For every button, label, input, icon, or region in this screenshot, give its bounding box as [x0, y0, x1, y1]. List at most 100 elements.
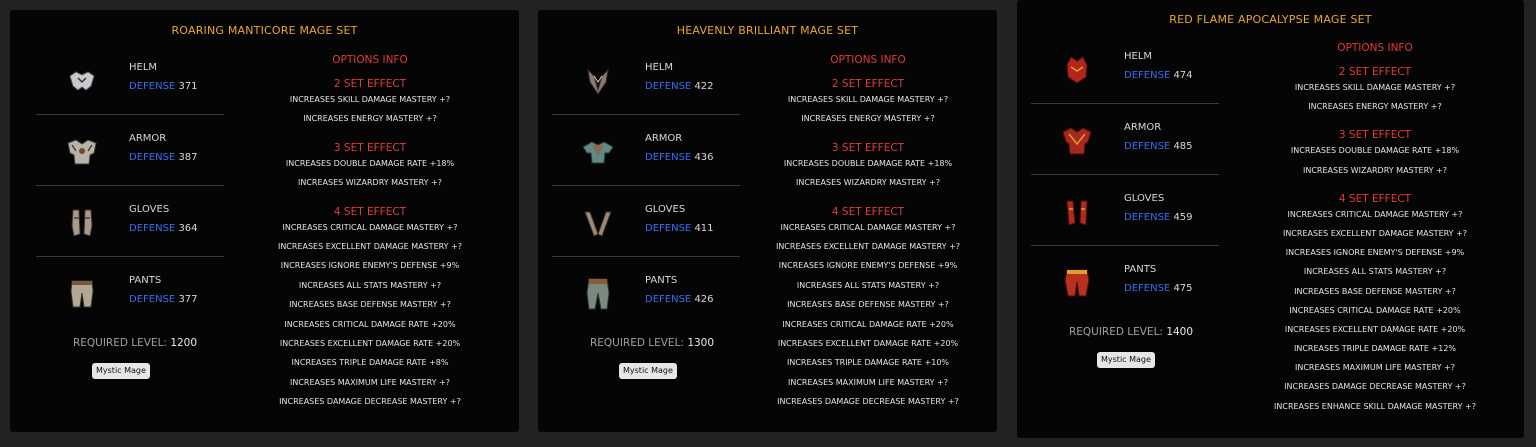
effect-line: INCREASES CRITICAL DAMAGE RATE +20% [782, 319, 954, 329]
effect-line: INCREASES BASE DEFENSE MASTERY +? [787, 300, 949, 310]
required-level: REQUIRED LEVEL: 1200 [35, 337, 235, 349]
set3-title: 3 SET EFFECT [333, 141, 407, 154]
helm-icon [1066, 56, 1088, 84]
item-name: PANTS [1124, 264, 1157, 275]
defense-label: DEFENSE [129, 223, 176, 234]
effect-line: INCREASES ALL STATS MASTERY +? [796, 280, 940, 290]
effect-line: INCREASES ALL STATS MASTERY +? [298, 280, 442, 290]
class-tag[interactable]: Mystic Mage [619, 363, 677, 379]
class-tag[interactable]: Mystic Mage [92, 363, 150, 379]
pants-icon [70, 280, 94, 308]
item-defense: DEFENSE 474 [1124, 70, 1193, 81]
required-level-value: 1300 [687, 337, 715, 349]
item-armor[interactable]: ARMOR DEFENSE 436 [552, 115, 740, 186]
set4-title: 4 SET EFFECT [831, 205, 905, 218]
defense-value: 364 [178, 223, 198, 234]
set-card-red-flame-apocalypse: RED FLAME APOCALYPSE MAGE SET HELM DEFEN… [1017, 0, 1524, 438]
item-pants[interactable]: PANTS DEFENSE 475 [1031, 246, 1219, 317]
defense-label: DEFENSE [645, 152, 692, 163]
defense-value: 371 [178, 81, 198, 92]
item-defense: DEFENSE 377 [129, 294, 198, 305]
effect-line: INCREASES DOUBLE DAMAGE RATE +18% [783, 158, 953, 168]
item-defense: DEFENSE 485 [1124, 141, 1193, 152]
effect-line: INCREASES EXCELLENT DAMAGE RATE +20% [777, 338, 959, 348]
item-helm[interactable]: HELM DEFENSE 474 [1031, 33, 1219, 104]
item-name: GLOVES [645, 204, 686, 215]
item-helm[interactable]: HELM DEFENSE 422 [552, 44, 740, 115]
effect-line: INCREASES IGNORE ENEMY'S DEFENSE +9% [778, 261, 958, 271]
effect-line: INCREASES EXCELLENT DAMAGE MASTERY +? [1282, 228, 1468, 238]
item-defense: DEFENSE 475 [1124, 283, 1193, 294]
defense-value: 459 [1173, 212, 1193, 223]
item-helm[interactable]: HELM DEFENSE 371 [36, 44, 224, 115]
required-level-label: REQUIRED LEVEL: [589, 337, 684, 349]
item-gloves[interactable]: GLOVES DEFENSE 364 [36, 186, 224, 257]
item-name: HELM [129, 62, 158, 73]
item-gloves[interactable]: GLOVES DEFENSE 411 [552, 186, 740, 257]
item-defense: DEFENSE 411 [645, 223, 714, 234]
defense-label: DEFENSE [129, 81, 176, 92]
item-defense: DEFENSE 422 [645, 81, 714, 92]
required-level-label: REQUIRED LEVEL: [1068, 326, 1163, 338]
item-name: HELM [645, 62, 674, 73]
helm-icon [587, 68, 609, 95]
defense-value: 422 [694, 81, 714, 92]
effect-line: INCREASES EXCELLENT DAMAGE RATE +20% [1284, 324, 1466, 334]
effect-line: INCREASES ALL STATS MASTERY +? [1303, 267, 1447, 277]
set3-title: 3 SET EFFECT [831, 141, 905, 154]
item-defense: DEFENSE 371 [129, 81, 198, 92]
item-defense: DEFENSE 364 [129, 223, 198, 234]
effect-line: INCREASES ENERGY MASTERY +? [303, 114, 437, 124]
defense-value: 475 [1173, 283, 1193, 294]
effect-line: INCREASES DOUBLE DAMAGE RATE +18% [285, 158, 455, 168]
defense-label: DEFENSE [1124, 70, 1171, 81]
effect-line: INCREASES DAMAGE DECREASE MASTERY +? [777, 397, 959, 407]
options-info: OPTIONS INFO 2 SET EFFECT INCREASES SKIL… [250, 53, 490, 415]
gloves-icon [584, 211, 612, 237]
item-name: GLOVES [129, 204, 170, 215]
item-armor[interactable]: ARMOR DEFENSE 387 [36, 115, 224, 186]
effect-line: INCREASES MAXIMUM LIFE MASTERY +? [787, 377, 949, 387]
effect-line: INCREASES ENERGY MASTERY +? [1308, 102, 1442, 112]
effect-line: INCREASES WIZARDRY MASTERY +? [795, 178, 940, 188]
options-info: OPTIONS INFO 2 SET EFFECT INCREASES SKIL… [748, 53, 988, 415]
item-pants[interactable]: PANTS DEFENSE 426 [552, 257, 740, 328]
defense-value: 474 [1173, 70, 1193, 81]
effect-line: INCREASES ENHANCE SKILL DAMAGE MASTERY +… [1274, 401, 1476, 411]
defense-label: DEFENSE [129, 294, 176, 305]
effect-line: INCREASES WIZARDRY MASTERY +? [297, 178, 442, 188]
item-name: ARMOR [129, 133, 167, 144]
effect-line: INCREASES BASE DEFENSE MASTERY +? [289, 300, 451, 310]
effect-line: INCREASES TRIPLE DAMAGE RATE +12% [1293, 344, 1457, 354]
defense-value: 411 [694, 223, 714, 234]
effect-line: INCREASES SKILL DAMAGE MASTERY +? [787, 95, 949, 104]
effect-line: INCREASES DAMAGE DECREASE MASTERY +? [1284, 382, 1466, 392]
effect-line: INCREASES BASE DEFENSE MASTERY +? [1294, 286, 1456, 296]
set-card-heavenly-brilliant: HEAVENLY BRILLIANT MAGE SET HELM DEFENSE… [538, 10, 997, 432]
effect-line: INCREASES ENERGY MASTERY +? [801, 114, 935, 124]
defense-value: 377 [178, 294, 198, 305]
effect-line: INCREASES TRIPLE DAMAGE RATE +8% [291, 358, 449, 368]
defense-label: DEFENSE [645, 223, 692, 234]
item-gloves[interactable]: GLOVES DEFENSE 459 [1031, 175, 1219, 246]
effect-line: INCREASES CRITICAL DAMAGE RATE +20% [1289, 305, 1461, 315]
effect-line: INCREASES CRITICAL DAMAGE MASTERY +? [780, 222, 956, 232]
defense-label: DEFENSE [1124, 283, 1171, 294]
set-title: RED FLAME APOCALYPSE MAGE SET [1169, 13, 1372, 26]
defense-label: DEFENSE [1124, 141, 1171, 152]
set2-title: 2 SET EFFECT [831, 78, 905, 90]
effect-line: INCREASES MAXIMUM LIFE MASTERY +? [1294, 363, 1456, 373]
item-pants[interactable]: PANTS DEFENSE 377 [36, 257, 224, 328]
set-title: HEAVENLY BRILLIANT MAGE SET [676, 24, 859, 37]
effect-line: INCREASES TRIPLE DAMAGE RATE +10% [786, 358, 950, 368]
class-tag[interactable]: Mystic Mage [1097, 352, 1155, 368]
defense-label: DEFENSE [1124, 212, 1171, 223]
effect-line: INCREASES WIZARDRY MASTERY +? [1302, 165, 1447, 175]
set4-title: 4 SET EFFECT [333, 205, 407, 218]
item-armor[interactable]: ARMOR DEFENSE 485 [1031, 104, 1219, 175]
set3-title: 3 SET EFFECT [1338, 129, 1412, 142]
item-name: HELM [1124, 51, 1153, 62]
item-name: ARMOR [645, 133, 683, 144]
set2-title: 2 SET EFFECT [333, 78, 407, 90]
pants-icon [586, 278, 610, 310]
